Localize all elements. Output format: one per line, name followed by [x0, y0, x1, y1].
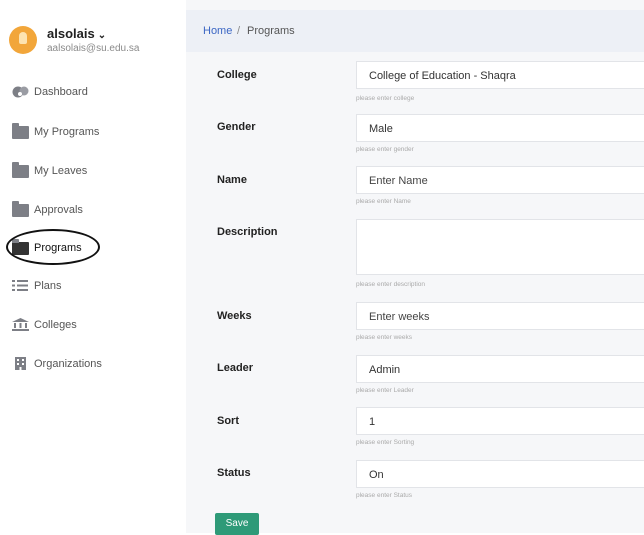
gender-label: Gender — [217, 121, 256, 133]
description-label: Description — [217, 226, 278, 238]
avatar — [9, 26, 37, 54]
weeks-hint: please enter weeks — [356, 334, 413, 341]
college-select[interactable]: College of Education - Shaqra — [356, 61, 644, 89]
status-hint: please enter Status — [356, 492, 413, 499]
folder-icon — [12, 162, 29, 178]
gender-hint: please enter gender — [356, 146, 414, 153]
description-hint: please enter description — [356, 281, 426, 288]
sidebar-item-approvals[interactable]: Approvals — [12, 201, 83, 217]
folder-icon — [12, 123, 29, 139]
sidebar-item-my-leaves[interactable]: My Leaves — [12, 162, 88, 178]
dashboard-icon — [12, 85, 29, 98]
sidebar-item-label: My Leaves — [34, 164, 88, 177]
breadcrumb-separator: / — [237, 25, 241, 37]
bank-icon — [12, 318, 29, 331]
save-button[interactable]: Save — [215, 513, 259, 535]
description-textarea[interactable] — [356, 219, 644, 275]
leader-hint: please enter Leader — [356, 387, 414, 394]
user-email: aalsolais@su.edu.sa — [47, 43, 140, 54]
name-label: Name — [217, 174, 247, 186]
user-menu[interactable]: alsolais ⌄ aalsolais@su.edu.sa — [9, 26, 139, 54]
building-icon — [12, 357, 29, 370]
sidebar-item-label: Approvals — [34, 203, 83, 216]
sidebar-item-label: Organizations — [34, 357, 102, 370]
sidebar-item-label: Plans — [34, 279, 62, 292]
breadcrumb-home-link[interactable]: Home — [203, 25, 232, 37]
breadcrumb-current: Programs — [247, 25, 295, 37]
list-icon — [12, 279, 29, 292]
name-input[interactable]: Enter Name — [356, 166, 644, 194]
leader-select[interactable]: Admin — [356, 355, 644, 383]
sort-input[interactable]: 1 — [356, 407, 644, 435]
name-hint: please enter Name — [356, 198, 411, 205]
sidebar-item-label: My Programs — [34, 125, 100, 138]
college-label: College — [217, 69, 257, 81]
sidebar-item-my-programs[interactable]: My Programs — [12, 123, 100, 139]
sort-label: Sort — [217, 415, 239, 427]
sidebar-item-organizations[interactable]: Organizations — [12, 357, 102, 370]
leader-label: Leader — [217, 362, 254, 374]
highlight-circle — [6, 229, 100, 265]
sidebar-item-label: Dashboard — [34, 85, 88, 98]
sidebar-item-plans[interactable]: Plans — [12, 279, 62, 292]
chevron-down-icon: ⌄ — [97, 30, 107, 41]
sidebar-item-label: Colleges — [34, 318, 77, 331]
status-label: Status — [217, 467, 251, 479]
main-content: Home / Programs College College of Educa… — [186, 0, 644, 535]
weeks-label: Weeks — [217, 310, 252, 322]
status-select[interactable]: On — [356, 460, 644, 488]
sort-hint: please enter Sorting — [356, 439, 415, 446]
college-hint: please enter college — [356, 95, 415, 102]
gender-select[interactable]: Male — [356, 114, 644, 142]
sidebar-item-colleges[interactable]: Colleges — [12, 318, 77, 331]
user-name: alsolais — [47, 26, 95, 41]
sidebar-item-dashboard[interactable]: Dashboard — [12, 85, 88, 98]
user-name-dropdown[interactable]: alsolais ⌄ — [47, 26, 139, 41]
breadcrumb: Home / Programs — [186, 10, 644, 52]
weeks-input[interactable]: Enter weeks — [356, 302, 644, 330]
sidebar: alsolais ⌄ aalsolais@su.edu.sa Dashboard … — [0, 0, 186, 533]
folder-icon — [12, 201, 29, 217]
